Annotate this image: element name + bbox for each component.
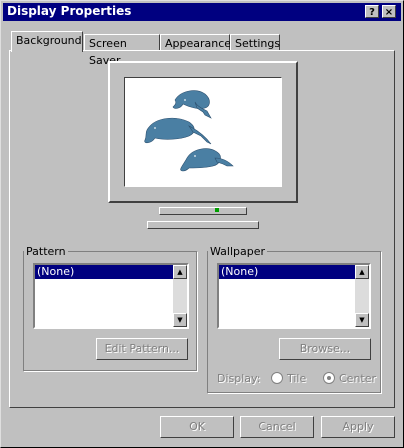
- pattern-item-none[interactable]: (None): [35, 265, 173, 279]
- wallpaper-legend: Wallpaper: [210, 245, 266, 258]
- power-led: [215, 208, 219, 212]
- tab-background[interactable]: Background: [11, 31, 83, 52]
- close-icon[interactable]: ×: [382, 5, 396, 18]
- help-icon[interactable]: ?: [365, 5, 379, 18]
- scroll-down-icon[interactable]: ▼: [173, 313, 187, 327]
- wallpaper-item-none[interactable]: (None): [219, 265, 355, 279]
- monitor-preview: [108, 61, 298, 203]
- tab-screen-saver[interactable]: Screen Saver: [84, 34, 160, 67]
- monitor-stand: [159, 207, 247, 215]
- cancel-button[interactable]: Cancel: [240, 416, 314, 438]
- scroll-up-icon[interactable]: ▲: [355, 265, 369, 279]
- wallpaper-listbox[interactable]: (None) ▲ ▼: [217, 263, 371, 329]
- title-bar[interactable]: Display Properties ? ×: [3, 3, 401, 21]
- pattern-legend: Pattern: [26, 245, 66, 258]
- center-label[interactable]: Center: [339, 372, 376, 385]
- display-properties-window: Display Properties ? × Background Screen…: [0, 0, 404, 448]
- scroll-up-icon[interactable]: ▲: [173, 265, 187, 279]
- tile-label[interactable]: Tile: [287, 372, 306, 385]
- monitor-base: [147, 221, 259, 229]
- window-title: Display Properties: [7, 4, 132, 18]
- pattern-listbox[interactable]: (None) ▲ ▼: [33, 263, 189, 329]
- tile-radio[interactable]: [271, 372, 283, 384]
- browse-button[interactable]: Browse...: [279, 338, 371, 360]
- desktop-preview: [124, 77, 282, 187]
- scroll-down-icon[interactable]: ▼: [355, 313, 369, 327]
- wallpaper-scrollbar[interactable]: ▲ ▼: [355, 265, 369, 327]
- ok-button[interactable]: OK: [160, 416, 234, 438]
- center-radio[interactable]: [323, 372, 335, 384]
- apply-button[interactable]: Apply: [321, 416, 395, 438]
- dolphins-image: [144, 90, 234, 172]
- pattern-scrollbar[interactable]: ▲ ▼: [173, 265, 187, 327]
- tab-appearance[interactable]: Appearance: [160, 34, 231, 51]
- tab-settings[interactable]: Settings: [230, 34, 280, 51]
- edit-pattern-button[interactable]: Edit Pattern...: [96, 338, 188, 360]
- display-label: Display:: [217, 372, 261, 385]
